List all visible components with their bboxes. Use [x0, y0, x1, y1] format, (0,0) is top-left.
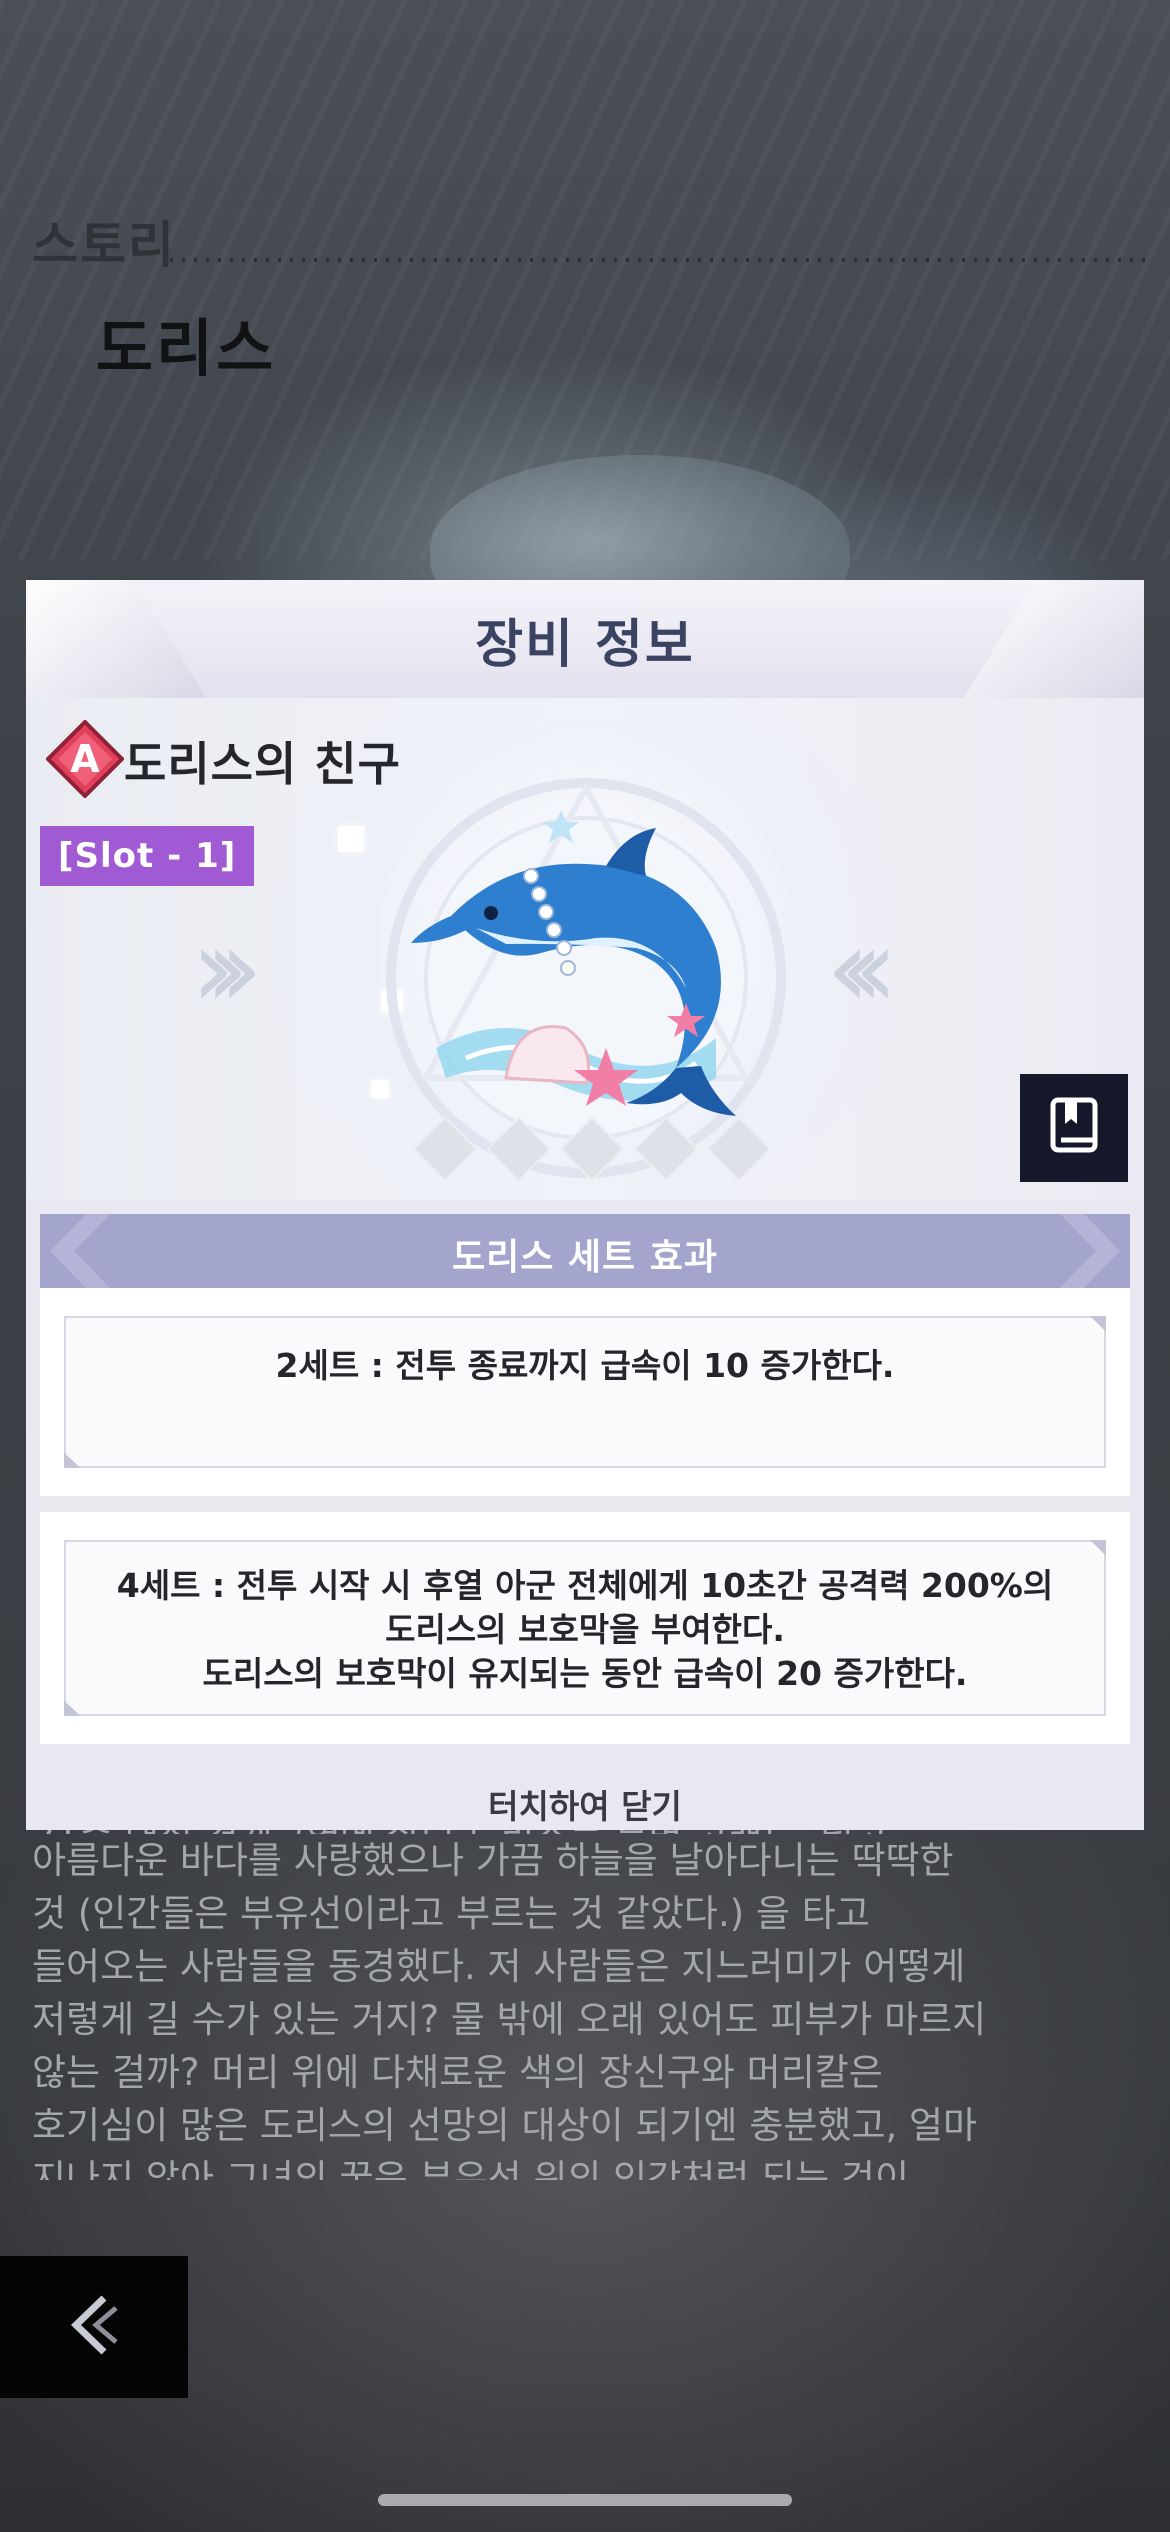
chevron-left-icon: ‹‹‹: [826, 904, 898, 1032]
book-icon: [1047, 1096, 1101, 1160]
svg-text:A: A: [70, 737, 100, 781]
effect-line: 도리스의 보호막을 부여한다.: [385, 1610, 785, 1649]
story-text[interactable]: 21층 대접 경계구역에 살던 도리스는 분명 고래도, 넓고 아름다운 바다를…: [32, 1810, 1142, 2180]
story-line: 지나지 않아 그녀의 꿈은 부유선 위의 인간처럼 되는 것이: [32, 2157, 910, 2180]
effect-line: 2세트 : 전투 종료까지 급속이 10 증가한다.: [275, 1346, 895, 1385]
empty-slot-diamond: [632, 1116, 699, 1182]
story-line: 들어오는 사람들을 동경했다. 저 사람들은 지느러미가 어떻게: [32, 1945, 966, 1988]
title-divider: [170, 258, 1150, 262]
effect-text: 4세트 : 전투 시작 시 후열 아군 전체에게 10초간 공격력 200%의 …: [66, 1564, 1104, 1696]
close-hint[interactable]: 터치하여 닫기: [26, 1780, 1144, 1828]
set-effect-title: 도리스 세트 효과: [452, 1237, 718, 1278]
set-effect-4: 4세트 : 전투 시작 시 후열 아군 전체에게 10초간 공격력 200%의 …: [40, 1512, 1130, 1744]
item-display: A 도리스의 친구 [Slot - 1] ››› ‹‹‹: [26, 698, 1144, 1200]
back-button[interactable]: [0, 2256, 188, 2398]
slot-tag: [Slot - 1]: [40, 826, 255, 886]
set-effect-header: 도리스 세트 효과: [40, 1214, 1130, 1288]
story-line: 저렇게 길 수가 있는 거지? 물 밖에 오래 있어도 피부가 마르지: [32, 1998, 987, 2041]
effect-line: 4세트 : 전투 시작 시 후열 아군 전체에게 10초간 공격력 200%의: [116, 1566, 1054, 1605]
empty-slot-diamond: [485, 1116, 552, 1182]
set-effect-2: 2세트 : 전투 종료까지 급속이 10 증가한다.: [40, 1288, 1130, 1496]
effect-frame: 2세트 : 전투 종료까지 급속이 10 증가한다.: [64, 1316, 1106, 1468]
chevron-right-icon: ›››: [191, 904, 263, 1032]
rank-a-badge-icon: A: [45, 719, 125, 799]
lore-button[interactable]: [1020, 1074, 1128, 1182]
story-line: 것 (인간들은 부유선이라고 부르는 것 같았다.) 을 타고: [32, 1892, 870, 1935]
equipment-info-modal: 장비 정보 A 도리스의 친구 [Slot - 1] ››› ‹‹‹ 도리스 세…: [26, 580, 1144, 1830]
effect-line: 도리스의 보호막이 유지되는 동안 급속이 20 증가한다.: [202, 1654, 968, 1693]
effect-text: 2세트 : 전투 종료까지 급속이 10 증가한다.: [66, 1344, 1104, 1388]
modal-header: 장비 정보: [26, 580, 1144, 698]
story-line: 호기심이 많은 도리스의 선망의 대상이 되기엔 충분했고, 얼마: [32, 2104, 978, 2147]
story-line: 아름다운 바다를 사랑했으나 가끔 하늘을 날아다니는 딱딱한: [32, 1839, 954, 1882]
character-name: 도리스: [96, 312, 277, 385]
empty-slot-diamond: [412, 1116, 478, 1182]
modal-title: 장비 정보: [475, 615, 695, 675]
empty-slot-diamond: [559, 1116, 625, 1182]
home-indicator[interactable]: [378, 2494, 792, 2506]
empty-slot-diamond: [706, 1116, 772, 1182]
back-chevron-icon: [64, 2290, 124, 2364]
effect-frame: 4세트 : 전투 시작 시 후열 아군 전체에게 10초간 공격력 200%의 …: [64, 1540, 1106, 1716]
story-section-title: 스토리: [32, 216, 176, 274]
enhancement-slots: [412, 1116, 772, 1182]
story-line: 않는 걸까? 머리 위에 다채로운 색의 장신구와 머리칼은: [32, 2051, 883, 2094]
